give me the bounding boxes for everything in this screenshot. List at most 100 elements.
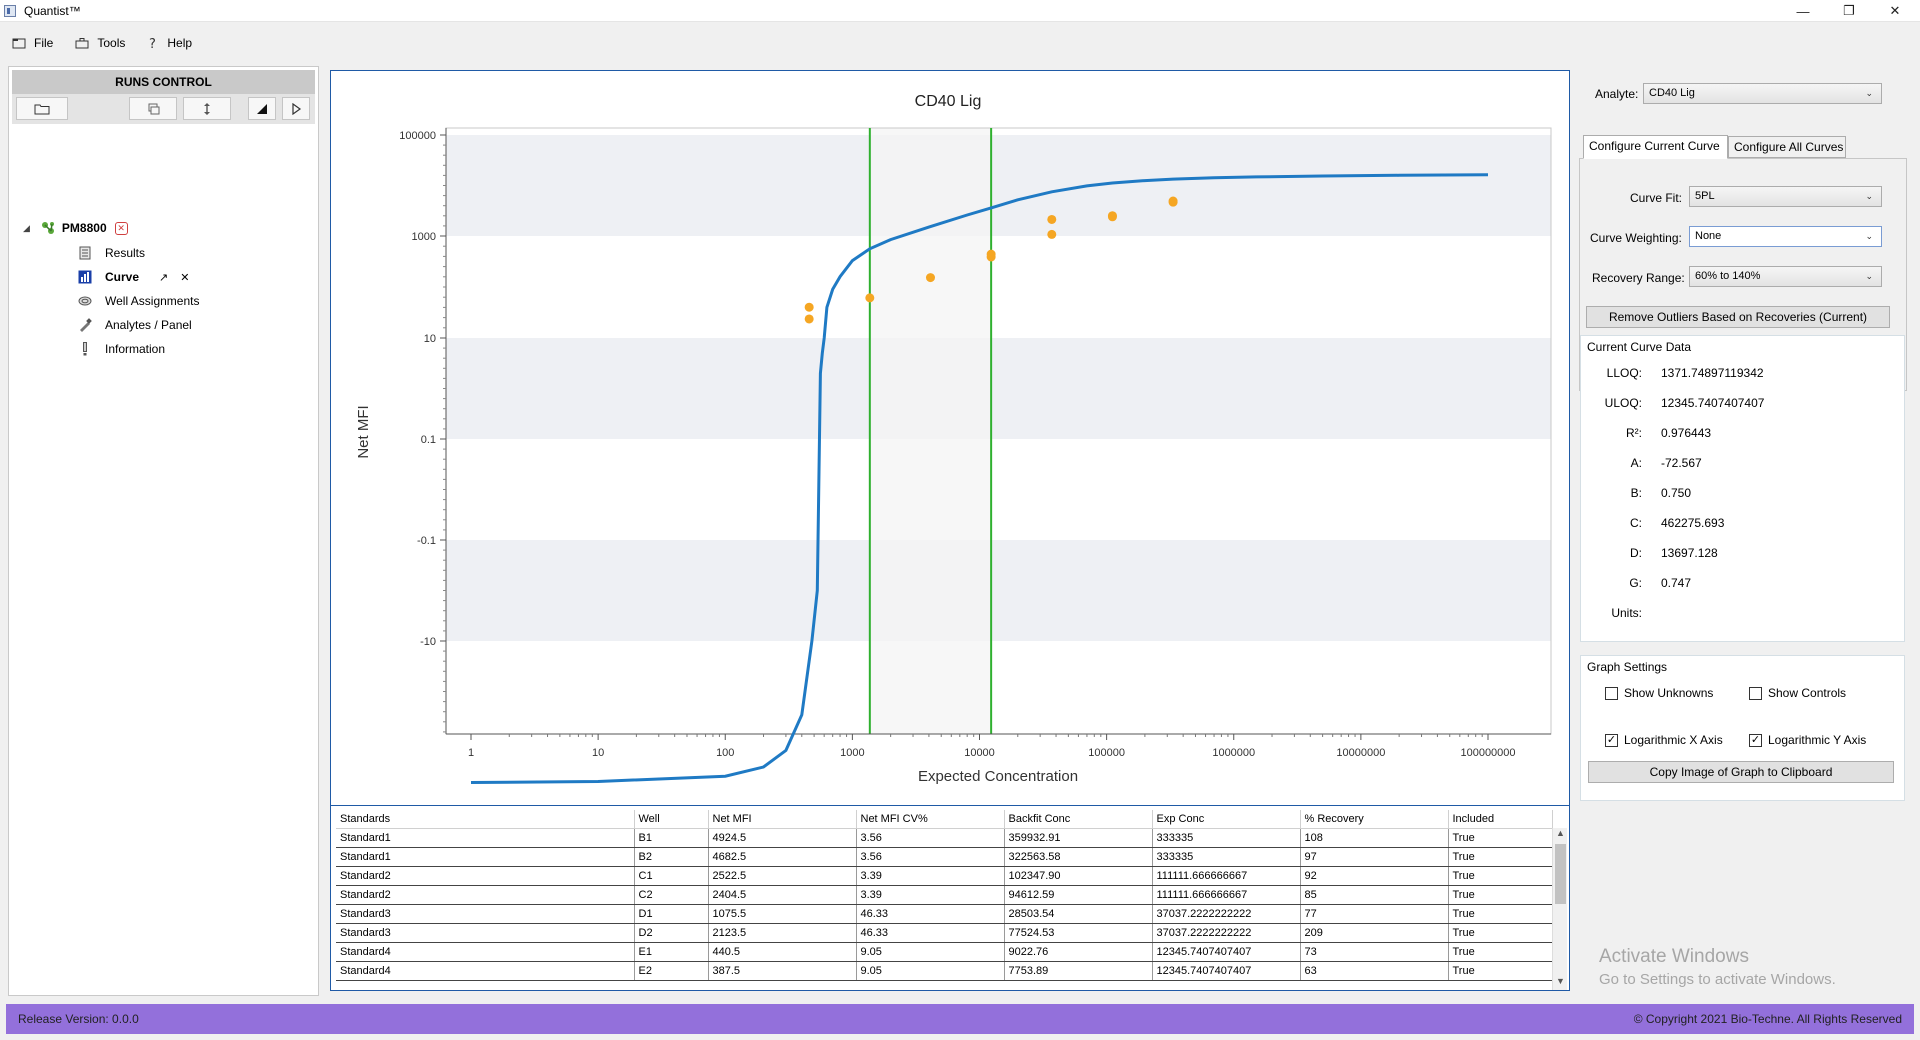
table-row[interactable]: Standard3 D1 1075.5 46.33 28503.54 37037.2222… — [336, 904, 1553, 924]
table-cell: D1 — [634, 904, 709, 924]
col-included[interactable]: Included — [1448, 810, 1553, 829]
copy-button[interactable] — [129, 97, 177, 120]
col-backfit-conc[interactable]: Backfit Conc — [1004, 810, 1153, 829]
col-recovery[interactable]: % Recovery — [1300, 810, 1449, 829]
run-node[interactable]: ◢ PM8800 ✕ — [23, 218, 128, 238]
menu-file[interactable]: File — [12, 36, 53, 50]
tab-configure-current-curve[interactable]: Configure Current Curve — [1583, 135, 1728, 159]
show-controls-checkbox[interactable]: Show Controls — [1749, 686, 1846, 700]
open-folder-button[interactable] — [16, 97, 68, 120]
y-tick-label: 10 — [424, 333, 436, 345]
col-net-mfi[interactable]: Net MFI — [708, 810, 857, 829]
help-icon: ? — [149, 37, 156, 50]
log-x-checkbox[interactable]: ✓ Logarithmic X Axis — [1605, 733, 1723, 747]
log-y-checkbox[interactable]: ✓ Logarithmic Y Axis — [1749, 733, 1866, 747]
table-cell: Standard3 — [336, 904, 635, 924]
close-run-icon[interactable]: ✕ — [114, 221, 128, 235]
close-curve-icon[interactable]: ✕ — [180, 271, 189, 284]
folder-icon — [34, 104, 50, 114]
curve-param-value: 1371.74897119342 — [1661, 366, 1764, 380]
tree-item-analytes-panel[interactable]: Analytes / Panel — [75, 315, 192, 335]
tab-configure-all-curves[interactable]: Configure All Curves — [1728, 136, 1846, 158]
collapse-caret-icon[interactable]: ◢ — [23, 223, 30, 234]
analyte-select[interactable]: CD40 Lig ⌄ — [1643, 83, 1882, 104]
popout-icon[interactable]: ↗ — [159, 271, 168, 284]
standard-point[interactable] — [804, 314, 814, 324]
standard-point[interactable] — [865, 293, 875, 303]
show-unknowns-checkbox[interactable]: Show Unknowns — [1605, 686, 1713, 700]
restore-icon[interactable]: ❐ — [1826, 0, 1872, 22]
table-cell: 46.33 — [856, 904, 1005, 924]
table-row[interactable]: Standard2 C2 2404.5 3.39 94612.59 111111.6666… — [336, 885, 1553, 905]
standard-point[interactable] — [1168, 197, 1178, 207]
curve-weighting-select[interactable]: None ⌄ — [1689, 226, 1882, 247]
recovery-range-value: 60% to 140% — [1695, 270, 1761, 282]
tree-item-well-assignments[interactable]: Well Assignments — [75, 291, 199, 311]
table-cell: Standard1 — [336, 847, 635, 867]
table-cell: 4924.5 — [708, 828, 857, 848]
menu-tools[interactable]: Tools — [75, 36, 125, 50]
remove-outliers-button[interactable]: Remove Outliers Based on Recoveries (Cur… — [1586, 306, 1890, 328]
show-unknowns-label: Show Unknowns — [1624, 686, 1714, 700]
curve-weighting-value: None — [1695, 230, 1722, 242]
close-icon[interactable]: ✕ — [1872, 0, 1918, 22]
tree-item-results[interactable]: Results — [75, 243, 145, 263]
checkbox-icon — [1749, 686, 1762, 700]
table-row[interactable]: Standard2 C1 2522.5 3.39 102347.90 111111.666… — [336, 866, 1553, 886]
y-tick-label: 1000 — [412, 231, 436, 243]
play-icon — [292, 102, 302, 115]
table-scrollbar[interactable]: ▲ ▼ — [1552, 828, 1567, 990]
curve-fit-select[interactable]: 5PL ⌄ — [1689, 186, 1882, 207]
scroll-down-icon[interactable]: ▼ — [1553, 976, 1568, 990]
y-tick-label: -0.1 — [417, 535, 436, 547]
curve-param-label: G: — [1629, 576, 1642, 590]
recovery-range-label: Recovery Range: — [1592, 271, 1685, 285]
col-net-mfi-cv[interactable]: Net MFI CV% — [856, 810, 1005, 829]
minimize-icon[interactable]: — — [1780, 0, 1826, 22]
y-tick-label: 100000 — [399, 130, 436, 142]
title-bar: Quantist™ — ❐ ✕ — [0, 0, 1920, 22]
table-cell: 85 — [1300, 885, 1449, 905]
standard-point[interactable] — [804, 302, 814, 312]
standard-point[interactable] — [925, 273, 935, 283]
x-tick-label: 100 — [716, 747, 734, 759]
standard-point[interactable] — [986, 252, 996, 262]
standard-point[interactable] — [1047, 214, 1057, 224]
table-cell: 102347.90 — [1004, 866, 1153, 886]
tree-item-information[interactable]: Information — [75, 339, 165, 359]
menu-help[interactable]: ? Help — [147, 36, 192, 50]
eject-button[interactable] — [248, 97, 276, 120]
table-cell: 9022.76 — [1004, 942, 1153, 962]
col-well[interactable]: Well — [634, 810, 709, 829]
tree-item-curve[interactable]: Curve ↗ ✕ — [75, 267, 189, 287]
table-cell: Standard2 — [336, 885, 635, 905]
table-row[interactable]: Standard4 E2 387.5 9.05 7753.89 12345.7407407… — [336, 961, 1553, 981]
copy-graph-button[interactable]: Copy Image of Graph to Clipboard — [1588, 761, 1894, 783]
table-cell: 359932.91 — [1004, 828, 1153, 848]
standard-curve-chart[interactable]: 1 10 100 1000 10000 100000 1000000 10000000 1000… — [331, 71, 1568, 804]
table-row[interactable]: Standard4 E1 440.5 9.05 9022.76 12345.7407407… — [336, 942, 1553, 962]
table-cell: 37037.2222222222 — [1152, 904, 1301, 924]
menu-tools-label: Tools — [97, 36, 126, 50]
table-cell: 333335 — [1152, 828, 1301, 848]
table-row[interactable]: Standard1 B1 4924.5 3.56 359932.91 333335 108 T… — [336, 828, 1553, 848]
col-exp-conc[interactable]: Exp Conc — [1152, 810, 1301, 829]
table-cell: 322563.58 — [1004, 847, 1153, 867]
standard-point[interactable] — [1047, 229, 1057, 239]
col-standards[interactable]: Standards — [336, 810, 635, 829]
scroll-up-icon[interactable]: ▲ — [1553, 828, 1568, 842]
curve-param-label: C: — [1630, 516, 1642, 530]
table-cell: 333335 — [1152, 847, 1301, 867]
sort-button[interactable] — [183, 97, 231, 120]
play-button[interactable] — [282, 97, 310, 120]
table-cell: Standard4 — [336, 961, 635, 981]
checkbox-icon — [1605, 686, 1618, 700]
table-row[interactable]: Standard1 B2 4682.5 3.56 322563.58 333335 97 Tr… — [336, 847, 1553, 867]
quantifiable-range-band — [869, 128, 992, 734]
scroll-thumb[interactable] — [1555, 844, 1566, 904]
table-cell: 46.33 — [856, 923, 1005, 943]
curve-param-value: 0.750 — [1661, 486, 1692, 500]
table-row[interactable]: Standard3 D2 2123.5 46.33 77524.53 37037.2222… — [336, 923, 1553, 943]
recovery-range-select[interactable]: 60% to 140% ⌄ — [1689, 266, 1882, 287]
standard-point[interactable] — [1107, 212, 1117, 222]
